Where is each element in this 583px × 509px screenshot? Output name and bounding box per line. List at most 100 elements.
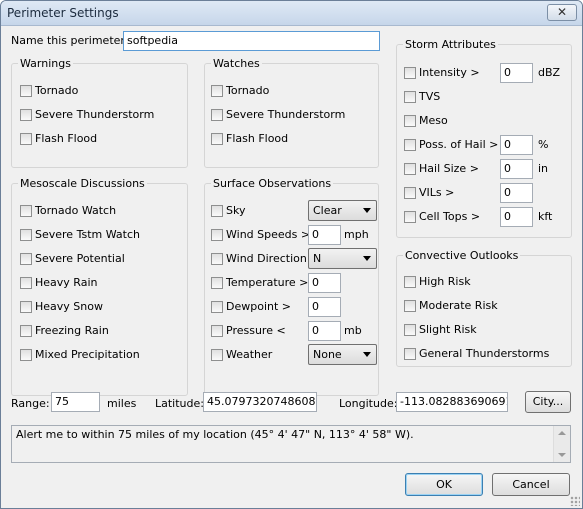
slight-risk-checkbox[interactable]: Slight Risk <box>404 323 477 336</box>
temperature-checkbox[interactable]: Temperature > <box>211 276 308 289</box>
checkbox-label: Severe Potential <box>35 252 125 265</box>
sky-checkbox[interactable]: Sky <box>211 204 245 217</box>
checkbox-label: Hail Size > <box>419 162 479 175</box>
watch-severe-thunderstorm-checkbox[interactable]: Severe Thunderstorm <box>211 108 345 121</box>
checkbox-label: Meso <box>419 114 448 127</box>
high-risk-checkbox[interactable]: High Risk <box>404 275 471 288</box>
watch-tornado-checkbox[interactable]: Tornado <box>211 84 269 97</box>
cell-tops-checkbox[interactable]: Cell Tops > <box>404 210 480 223</box>
pressure-input[interactable]: 0 <box>308 321 341 341</box>
cell-tops-input[interactable]: 0 <box>500 207 533 227</box>
warning-severe-thunderstorm-checkbox[interactable]: Severe Thunderstorm <box>20 108 154 121</box>
checkbox-label: Wind Direction <box>226 252 307 265</box>
weather-checkbox[interactable]: Weather <box>211 348 272 361</box>
surface-observations-group: Surface Observations Sky Clear Wind Spee… <box>204 177 379 396</box>
vils-checkbox[interactable]: VILs > <box>404 186 454 199</box>
checkbox-label: Wind Speeds > <box>226 228 311 241</box>
city-button[interactable]: City... <box>525 391 571 413</box>
checkbox-label: Flash Flood <box>35 132 98 145</box>
watches-group: Watches Tornado Severe Thunderstorm Flas… <box>204 57 379 168</box>
pressure-checkbox[interactable]: Pressure < <box>211 324 286 337</box>
meso-severe-potential-checkbox[interactable]: Severe Potential <box>20 252 125 265</box>
checkbox-label: Severe Tstm Watch <box>35 228 140 241</box>
warning-tornado-checkbox[interactable]: Tornado <box>20 84 78 97</box>
hail-size-checkbox[interactable]: Hail Size > <box>404 162 479 175</box>
watches-title: Watches <box>211 57 262 71</box>
checkbox-label: Cell Tops > <box>419 210 481 223</box>
alert-summary-textarea[interactable]: Alert me to within 75 miles of my locati… <box>11 425 571 463</box>
vils-input[interactable]: 0 <box>500 183 533 203</box>
range-input[interactable]: 75 <box>51 392 100 412</box>
checkbox-label: TVS <box>419 90 441 103</box>
wind-speeds-input[interactable]: 0 <box>308 225 341 245</box>
resize-grip-icon[interactable] <box>570 496 580 506</box>
hail-possibility-input[interactable]: 0 <box>500 135 533 155</box>
meso-freezing-rain-checkbox[interactable]: Freezing Rain <box>20 324 109 337</box>
checkbox-box <box>20 132 32 145</box>
meso-checkbox[interactable]: Meso <box>404 114 448 127</box>
intensity-unit: dBZ <box>538 66 561 79</box>
name-input[interactable]: softpedia <box>123 31 380 51</box>
cancel-button[interactable]: Cancel <box>492 473 570 496</box>
dewpoint-input[interactable]: 0 <box>308 297 341 317</box>
checkbox-label: Flash Flood <box>226 132 289 145</box>
temperature-input[interactable]: 0 <box>308 273 341 293</box>
checkbox-label: Tornado <box>35 84 79 97</box>
hail-size-input[interactable]: 0 <box>500 159 533 179</box>
wind-direction-checkbox[interactable]: Wind Direction <box>211 252 307 265</box>
checkbox-box <box>404 114 416 127</box>
general-thunderstorms-checkbox[interactable]: General Thunderstorms <box>404 347 549 360</box>
intensity-checkbox[interactable]: Intensity > <box>404 66 480 79</box>
warnings-group: Warnings Tornado Severe Thunderstorm Fla… <box>11 57 188 168</box>
range-unit: miles <box>107 397 137 410</box>
checkbox-label: Mixed Precipitation <box>35 348 140 361</box>
checkbox-label: Sky <box>226 204 246 217</box>
perimeter-settings-window: Perimeter Settings ✕ Name this perimeter… <box>0 0 583 509</box>
checkbox-box <box>20 276 32 289</box>
intensity-input[interactable]: 0 <box>500 63 533 83</box>
checkbox-box <box>211 300 223 313</box>
meso-heavy-snow-checkbox[interactable]: Heavy Snow <box>20 300 103 313</box>
title-bar: Perimeter Settings ✕ <box>1 1 582 26</box>
latitude-input[interactable]: 45.0797320748608 <box>203 392 317 412</box>
wind-direction-select[interactable]: N <box>308 248 377 269</box>
meso-heavy-rain-checkbox[interactable]: Heavy Rain <box>20 276 97 289</box>
checkbox-box <box>211 228 223 241</box>
hail-possibility-checkbox[interactable]: Poss. of Hail > <box>404 138 498 151</box>
checkbox-label: Heavy Snow <box>35 300 103 313</box>
dropdown-arrow-icon <box>363 352 371 357</box>
ok-button[interactable]: OK <box>405 473 483 496</box>
alert-scrollbar[interactable] <box>553 426 570 462</box>
warnings-title: Warnings <box>18 57 73 71</box>
close-button[interactable]: ✕ <box>547 4 577 21</box>
scroll-down-icon[interactable] <box>558 453 566 457</box>
wind-speeds-unit: mph <box>344 228 369 241</box>
checkbox-box <box>20 228 32 241</box>
meso-severe-tstm-watch-checkbox[interactable]: Severe Tstm Watch <box>20 228 140 241</box>
select-value: None <box>313 348 342 361</box>
scroll-up-icon[interactable] <box>558 431 566 435</box>
checkbox-box <box>211 204 223 217</box>
checkbox-box <box>404 66 416 79</box>
tvs-checkbox[interactable]: TVS <box>404 90 440 103</box>
warning-flash-flood-checkbox[interactable]: Flash Flood <box>20 132 97 145</box>
wind-speeds-checkbox[interactable]: Wind Speeds > <box>211 228 310 241</box>
longitude-input[interactable]: -113.082883690691 <box>396 392 508 412</box>
dewpoint-checkbox[interactable]: Dewpoint > <box>211 300 291 313</box>
checkbox-label: Severe Thunderstorm <box>226 108 346 121</box>
weather-select[interactable]: None <box>308 344 377 365</box>
checkbox-label: Severe Thunderstorm <box>35 108 155 121</box>
moderate-risk-checkbox[interactable]: Moderate Risk <box>404 299 498 312</box>
checkbox-box <box>211 252 223 265</box>
sky-select[interactable]: Clear <box>308 200 377 221</box>
checkbox-box <box>211 108 223 121</box>
checkbox-label: Weather <box>226 348 273 361</box>
meso-tornado-watch-checkbox[interactable]: Tornado Watch <box>20 204 116 217</box>
meso-mixed-precipitation-checkbox[interactable]: Mixed Precipitation <box>20 348 140 361</box>
checkbox-label: Poss. of Hail > <box>419 138 499 151</box>
watch-flash-flood-checkbox[interactable]: Flash Flood <box>211 132 288 145</box>
convective-outlooks-group: Convective Outlooks High Risk Moderate R… <box>396 249 572 367</box>
checkbox-label: VILs > <box>419 186 455 199</box>
checkbox-box <box>404 299 416 312</box>
dialog-body: Name this perimeter: softpedia Warnings … <box>1 26 582 508</box>
